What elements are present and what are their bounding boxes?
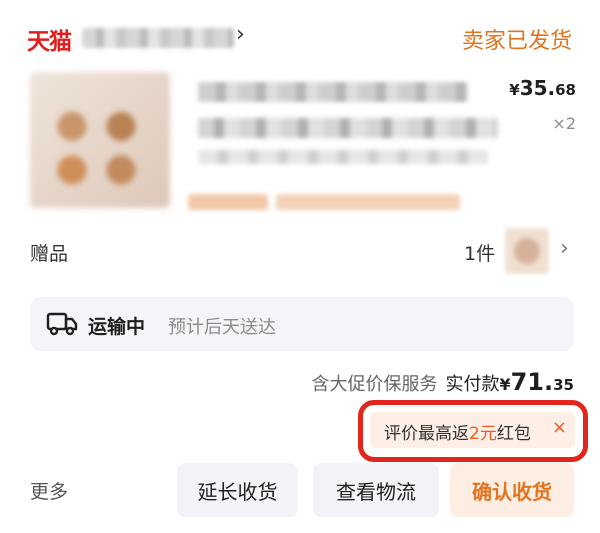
paid-currency: ¥ [499, 375, 511, 394]
close-icon[interactable]: × [552, 417, 567, 438]
product-tag-redacted [188, 194, 268, 210]
item-price: ¥35.68 [509, 76, 576, 100]
review-reward-tooltip[interactable]: 评价最高返2元红包 × [370, 412, 575, 448]
product-spec-redacted [198, 150, 488, 164]
view-logistics-button[interactable]: 查看物流 [313, 463, 439, 517]
gift-thumbnail [505, 228, 549, 274]
truck-icon [46, 312, 78, 336]
review-reward-text: 评价最高返2元红包 [384, 424, 531, 444]
shipping-eta: 预计后天送达 [168, 317, 276, 338]
shipping-status-bar[interactable]: 运输中 预计后天送达 [30, 297, 574, 351]
shipping-status: 运输中 [88, 316, 146, 338]
tmall-logo[interactable]: 天猫 [27, 22, 72, 56]
gift-label: 赠品 [30, 243, 69, 265]
chevron-right-icon: › [560, 236, 569, 261]
chevron-right-icon[interactable]: › [236, 22, 245, 47]
paid-amount-dec: 35 [553, 376, 574, 394]
payment-summary: 含大促价保服务 实付款¥71.35 [311, 368, 574, 398]
order-status: 卖家已发货 [461, 29, 572, 54]
gift-row[interactable]: 赠品 1件 › [0, 228, 600, 274]
paid-amount-int: 71. [510, 368, 554, 396]
paid-label: 实付款 [445, 374, 500, 395]
product-title-redacted[interactable] [198, 82, 468, 102]
item-quantity: ×2 [552, 114, 576, 133]
order-header: 天猫 › 卖家已发货 [0, 0, 600, 72]
more-button[interactable]: 更多 [30, 477, 68, 504]
extend-receipt-button[interactable]: 延长收货 [177, 463, 298, 517]
price-protection-text[interactable]: 含大促价保服务 [311, 374, 437, 395]
product-tag-redacted [276, 194, 460, 210]
gift-count: 1件 [464, 243, 496, 265]
product-title-redacted[interactable] [198, 118, 498, 138]
shop-name-redacted[interactable] [82, 28, 234, 48]
product-image[interactable] [30, 72, 170, 208]
confirm-receipt-button[interactable]: 确认收货 [450, 463, 574, 517]
